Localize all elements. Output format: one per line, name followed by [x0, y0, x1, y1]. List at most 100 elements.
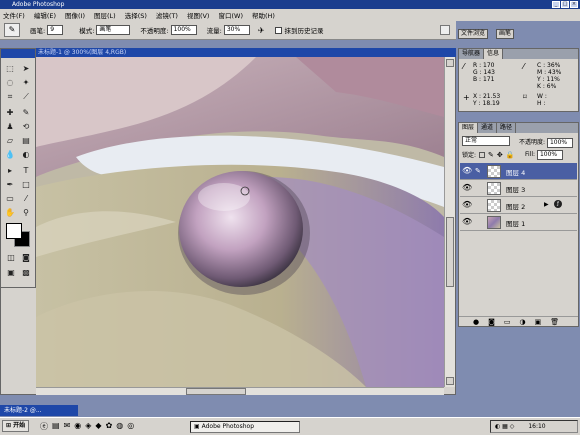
start-button[interactable]: ⊞ 开始 — [2, 420, 30, 432]
tray-language-icon[interactable]: ◇ — [510, 423, 515, 430]
screen-mode-icon[interactable]: ▣ — [4, 267, 18, 279]
cmyk-eyedropper-icon: ⁄ — [523, 62, 525, 71]
marquee-tool-icon[interactable]: ⬚ — [3, 63, 17, 75]
menu-view[interactable]: 视图(V) — [187, 10, 210, 20]
lock-position-icon[interactable]: ✥ — [497, 151, 503, 159]
menu-file[interactable]: 文件(F) — [3, 10, 25, 20]
shape-tool-icon[interactable]: □ — [19, 179, 33, 191]
horizontal-scrollbar[interactable] — [36, 387, 444, 395]
lock-transparent-icon[interactable] — [479, 151, 486, 158]
tab-layers[interactable]: 图层 — [459, 123, 479, 133]
blur-tool-icon[interactable]: 💧 — [3, 149, 17, 161]
foreground-color-top[interactable] — [6, 223, 22, 239]
menu-window[interactable]: 窗口(W) — [218, 10, 243, 20]
eraser-tool-icon[interactable]: ▱ — [3, 135, 17, 147]
menu-filter[interactable]: 滤镜(T) — [156, 10, 178, 20]
fill-field[interactable]: 100% — [536, 150, 563, 160]
standard-mode-icon[interactable]: ◫ — [4, 252, 18, 264]
layer-style-icon[interactable]: ● — [473, 318, 479, 326]
magic-wand-icon[interactable]: ✦ — [19, 77, 33, 89]
quicklaunch-ie-icon[interactable]: ⓔ — [40, 421, 48, 432]
quicklaunch-app9-icon[interactable]: ◎ — [127, 421, 134, 432]
minimize-button[interactable]: _ — [552, 1, 560, 8]
mode-select[interactable]: 画笔 — [96, 25, 131, 35]
tab-navigator[interactable]: 导航器 — [459, 49, 485, 59]
eye-icon[interactable]: 👁 — [462, 167, 472, 175]
opacity-field[interactable]: 100% — [170, 25, 197, 35]
layer-row-1[interactable]: 👁 图层 1 — [460, 214, 577, 231]
clone-stamp-icon[interactable]: ♟ — [3, 121, 17, 133]
well-tab-brushes[interactable]: 画笔 — [496, 29, 515, 39]
tab-paths[interactable]: 路径 — [497, 123, 517, 133]
tab-info[interactable]: 信息 — [484, 49, 504, 59]
move-tool-icon[interactable]: ➤ — [19, 63, 33, 75]
quicklaunch-app7-icon[interactable]: ✿ — [106, 421, 113, 432]
close-button[interactable]: × — [570, 1, 578, 8]
quickmask-mode-icon[interactable]: ◙ — [19, 252, 33, 264]
tab-channels[interactable]: 通道 — [478, 123, 498, 133]
vertical-scroll-thumb[interactable] — [446, 217, 454, 287]
blend-mode-select[interactable]: 正常 — [462, 136, 510, 146]
brush-tool-icon[interactable]: ✎ — [4, 23, 20, 37]
erase-history-checkbox[interactable] — [274, 26, 282, 34]
crop-tool-icon[interactable]: ⌗ — [3, 91, 17, 103]
eyedropper-icon[interactable]: ⁄ — [19, 193, 33, 205]
new-layer-icon[interactable]: ▣ — [535, 318, 542, 326]
quicklaunch-app5-icon[interactable]: ◈ — [85, 421, 91, 432]
history-brush-icon[interactable]: ⟲ — [19, 121, 33, 133]
quicklaunch-desktop-icon[interactable]: ▤ — [52, 421, 60, 432]
menu-edit[interactable]: 编辑(E) — [34, 10, 56, 20]
tray-volume-icon[interactable]: ◐ — [495, 423, 500, 430]
menu-image[interactable]: 图像(I) — [65, 10, 85, 20]
adjustment-layer-icon[interactable]: ◑ — [520, 318, 526, 326]
maximize-button[interactable]: □ — [561, 1, 569, 8]
flow-field[interactable]: 30% — [223, 25, 250, 35]
horizontal-scroll-thumb[interactable] — [186, 388, 246, 395]
brush-tool-icon-box[interactable]: ✎ — [19, 107, 33, 119]
scroll-up-icon[interactable] — [446, 59, 454, 67]
path-select-icon[interactable]: ▸ — [3, 165, 17, 177]
scroll-down-icon[interactable] — [446, 377, 454, 385]
menu-select[interactable]: 选择(S) — [125, 10, 147, 20]
lasso-tool-icon[interactable]: ◌ — [3, 77, 17, 89]
layer-effects-icon[interactable]: ƒ — [554, 200, 562, 208]
pen-tool-icon[interactable]: ✒ — [3, 179, 17, 191]
quicklaunch-outlook-icon[interactable]: ✉ — [64, 421, 71, 432]
minimized-document[interactable]: 未标题-2 @... — [0, 405, 78, 416]
lock-all-icon[interactable]: 🔒 — [506, 151, 515, 159]
image-canvas[interactable] — [36, 57, 444, 387]
eye-icon[interactable]: 👁 — [462, 218, 472, 226]
palette-toggle-icon[interactable] — [440, 25, 450, 35]
quicklaunch-media-icon[interactable]: ◉ — [74, 421, 81, 432]
healing-brush-icon[interactable]: ✚ — [3, 107, 17, 119]
zoom-tool-icon[interactable]: ⚲ — [19, 207, 33, 219]
type-tool-icon[interactable]: T — [19, 165, 33, 177]
gradient-tool-icon[interactable]: ▤ — [19, 135, 33, 147]
vertical-scrollbar[interactable] — [444, 57, 455, 387]
lock-image-icon[interactable]: ✎ — [488, 151, 494, 159]
menu-help[interactable]: 帮助(H) — [252, 10, 275, 20]
new-set-icon[interactable]: ▭ — [504, 318, 511, 326]
quicklaunch-app6-icon[interactable]: ◆ — [95, 421, 101, 432]
notes-tool-icon[interactable]: ▭ — [3, 193, 17, 205]
layer-mask-icon[interactable]: ◙ — [488, 318, 495, 326]
hand-tool-icon[interactable]: ✋ — [3, 207, 17, 219]
menu-layer[interactable]: 图层(L) — [94, 10, 116, 20]
layer-opacity-field[interactable]: 100% — [546, 138, 573, 148]
delete-layer-icon[interactable]: 🗑 — [550, 318, 559, 326]
airbrush-icon[interactable]: ✈ — [258, 26, 265, 35]
quicklaunch-app8-icon[interactable]: ◍ — [116, 421, 123, 432]
dodge-tool-icon[interactable]: ◐ — [19, 149, 33, 161]
eye-icon[interactable]: 👁 — [462, 201, 472, 209]
taskbar-photoshop-button[interactable]: ▣ Adobe Photoshop — [190, 421, 300, 433]
fullscreen-mode-icon[interactable]: ▩ — [19, 267, 33, 279]
layer-row-2[interactable]: 👁 图层 2 ▶ ƒ — [460, 197, 577, 214]
tray-network-icon[interactable]: ▦ — [502, 423, 508, 430]
brush-size-picker[interactable]: 9 — [47, 25, 64, 35]
eye-icon[interactable]: 👁 — [462, 184, 472, 192]
layer-row-3[interactable]: 👁 图层 3 — [460, 180, 577, 197]
slice-tool-icon[interactable]: ⟋ — [19, 91, 33, 103]
layer-row-4[interactable]: 👁 ✎ 图层 4 — [460, 163, 577, 180]
well-tab-file-browser[interactable]: 文件浏览 — [458, 29, 489, 39]
expand-triangle-icon[interactable]: ▶ — [544, 201, 549, 208]
